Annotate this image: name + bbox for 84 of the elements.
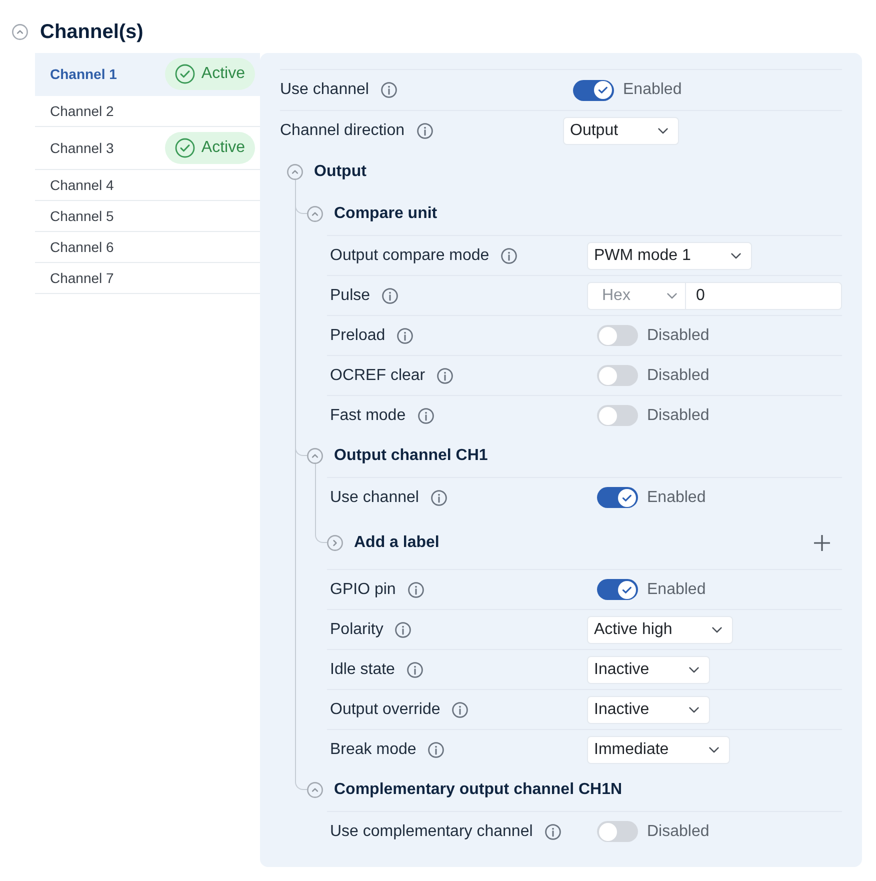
- info-icon[interactable]: [544, 824, 561, 840]
- tree-line: [315, 464, 316, 517]
- info-icon[interactable]: [501, 248, 518, 264]
- setting-label: Use channel: [330, 488, 419, 508]
- toggle-switch[interactable]: [597, 325, 638, 346]
- dropdown-select[interactable]: Immediate: [587, 736, 730, 764]
- dropdown-select[interactable]: PWM mode 1: [587, 242, 752, 270]
- info-icon[interactable]: [418, 408, 434, 424]
- toggle-status-text: Enabled: [623, 80, 682, 100]
- toggle-knob-icon: [599, 406, 617, 424]
- chevron-down-icon: [708, 746, 719, 752]
- info-icon[interactable]: [428, 742, 444, 758]
- info-icon[interactable]: [382, 288, 398, 304]
- dropdown-select[interactable]: Active high: [587, 616, 734, 644]
- toggle-knob-icon: [599, 326, 617, 344]
- toggle-knob-check-icon: [594, 81, 612, 99]
- toggle-knob-icon: [599, 366, 617, 384]
- setting-label: Preload: [330, 326, 386, 346]
- chevron-down-icon: [689, 666, 700, 672]
- status-text: Active: [201, 64, 245, 84]
- setting-label: Output override: [330, 700, 440, 720]
- setting-label: Output compare mode: [330, 246, 490, 266]
- group-title: Output: [314, 162, 366, 182]
- info-icon[interactable]: [408, 582, 424, 598]
- info-icon[interactable]: [430, 490, 447, 506]
- info-icon[interactable]: [397, 328, 414, 344]
- circled-chevron-up-icon[interactable]: [307, 448, 323, 464]
- chevron-down-icon: [712, 626, 722, 632]
- plus-icon: [814, 535, 830, 551]
- setting-label: Fast mode: [330, 406, 406, 426]
- group-title: Compare unit: [334, 204, 438, 224]
- group-title: Add a label: [354, 533, 440, 553]
- toggle-switch[interactable]: [597, 487, 638, 508]
- toggle-knob-icon: [599, 822, 617, 840]
- setting-label: OCREF clear: [330, 366, 426, 386]
- toggle-switch[interactable]: [597, 365, 638, 386]
- tree-branch-line: [295, 769, 307, 790]
- toggle-status-text: Enabled: [647, 488, 706, 508]
- dropdown-select[interactable]: Output: [563, 117, 680, 145]
- circled-chevron-up-icon[interactable]: [307, 782, 323, 798]
- toggle-status-text: Disabled: [647, 822, 710, 842]
- group-title: Output channel CH1: [334, 446, 488, 466]
- setting-label: Channel direction: [280, 121, 405, 141]
- setting-label: Pulse: [330, 286, 370, 306]
- setting-label: Use channel: [280, 80, 369, 100]
- toggle-status-text: Disabled: [647, 366, 710, 386]
- dropdown-select[interactable]: Inactive: [587, 696, 710, 724]
- chevron-down-icon: [689, 706, 700, 712]
- toggle-switch[interactable]: [597, 405, 638, 426]
- setting-label: Polarity: [330, 620, 384, 640]
- circled-chevron-up-icon[interactable]: [12, 24, 28, 40]
- toggle-switch[interactable]: [597, 821, 638, 842]
- info-icon[interactable]: [395, 622, 412, 638]
- toggle-status-text: Disabled: [647, 326, 710, 346]
- info-icon[interactable]: [416, 123, 433, 139]
- info-icon[interactable]: [452, 702, 468, 718]
- status-text: Active: [201, 138, 245, 158]
- setting-label: Break mode: [330, 740, 416, 760]
- circled-chevron-up-icon[interactable]: [307, 206, 323, 222]
- info-icon[interactable]: [380, 82, 397, 98]
- chevron-down-icon: [667, 292, 677, 298]
- setting-label: Idle state: [330, 660, 395, 680]
- info-icon[interactable]: [437, 368, 454, 384]
- toggle-knob-check-icon: [618, 580, 636, 598]
- section-title: Channel(s): [40, 20, 144, 45]
- channel-list-item[interactable]: Channel 1 Active: [35, 53, 260, 96]
- setting-label: Use complementary channel: [330, 822, 533, 842]
- chevron-down-icon: [658, 128, 668, 134]
- dropdown-select[interactable]: Inactive: [587, 656, 710, 684]
- value-input[interactable]: 0: [686, 282, 842, 310]
- circled-chevron-up-icon[interactable]: [287, 164, 303, 180]
- toggle-knob-check-icon: [618, 488, 636, 506]
- toggle-switch[interactable]: [597, 579, 638, 600]
- tree-branch-line: [315, 517, 327, 543]
- setting-label: GPIO pin: [330, 580, 396, 600]
- toggle-status-text: Disabled: [647, 406, 710, 426]
- toggle-switch[interactable]: [573, 80, 614, 100]
- check-circle-icon: [175, 64, 196, 84]
- check-circle-icon: [175, 138, 196, 158]
- info-icon[interactable]: [406, 662, 423, 678]
- toggle-status-text: Enabled: [647, 580, 706, 600]
- chevron-down-icon: [730, 252, 741, 258]
- group-title: Complementary output channel CH1N: [334, 780, 622, 800]
- circled-chevron-right-icon[interactable]: [327, 535, 343, 551]
